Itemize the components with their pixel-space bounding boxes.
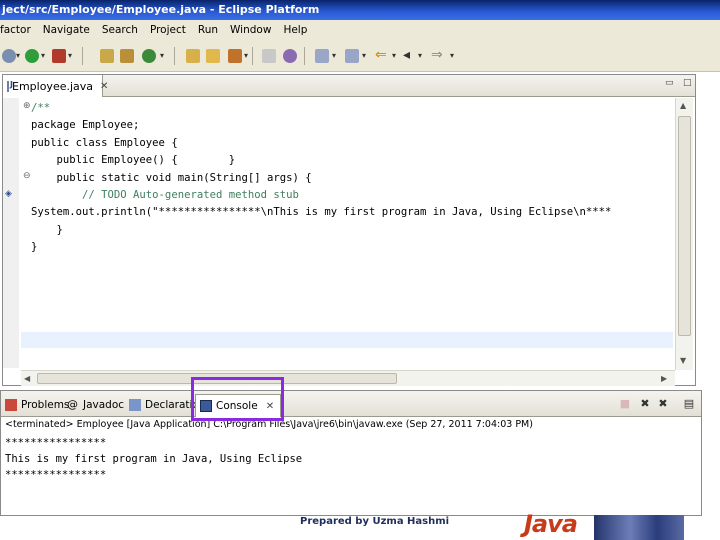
code-line: /** xyxy=(31,102,51,114)
editor-tab-label: Employee.java xyxy=(12,79,94,93)
console-output[interactable]: **************** This is my first progra… xyxy=(5,435,302,483)
console-tab-highlight xyxy=(191,377,284,421)
scroll-down-icon[interactable]: ▼ xyxy=(680,356,686,365)
java-logo: Java xyxy=(524,510,578,538)
open-type-icon[interactable] xyxy=(186,49,200,63)
next-annotation-icon[interactable] xyxy=(315,49,329,63)
title-bar: ject/src/Employee/Employee.java - Eclips… xyxy=(0,0,720,20)
code-area[interactable]: /** package Employee; public class Emplo… xyxy=(31,100,611,257)
mark-occurrences-icon[interactable] xyxy=(283,49,297,63)
menu-window[interactable]: Window xyxy=(224,24,277,36)
toolbar-separator xyxy=(174,47,175,65)
menu-refactor[interactable]: factor xyxy=(0,24,37,36)
close-icon[interactable]: ✕ xyxy=(100,81,108,92)
bottom-panel: Problems @ Javadoc Declaration Console ✕… xyxy=(0,390,702,516)
toolbar-separator xyxy=(252,47,253,65)
code-line: package Employee; xyxy=(31,119,140,132)
clear-console-icon[interactable]: ▤ xyxy=(683,398,695,410)
code-line: public static void main(String[] args) { xyxy=(31,171,312,184)
toolbar-separator xyxy=(304,47,305,65)
code-line: public class Employee { xyxy=(31,136,178,149)
remove-all-icon[interactable]: ✖ xyxy=(657,398,669,410)
chevron-down-icon[interactable]: ▾ xyxy=(16,51,20,60)
menu-search[interactable]: Search xyxy=(96,24,144,36)
open-folder-icon[interactable] xyxy=(206,49,220,63)
maximize-icon[interactable]: □ xyxy=(683,79,692,88)
warning-marker-icon[interactable]: ◈ xyxy=(5,189,12,199)
menu-help[interactable]: Help xyxy=(277,24,313,36)
scroll-left-icon[interactable]: ◀ xyxy=(24,374,30,383)
external-tools-icon[interactable] xyxy=(52,49,66,63)
tab-problems[interactable]: Problems xyxy=(5,395,69,415)
forward-arrow-icon[interactable]: ◂ xyxy=(403,47,410,63)
terminate-icon[interactable]: ■ xyxy=(619,398,631,410)
debug-icon[interactable] xyxy=(2,49,16,63)
bottom-tab-bar: Problems @ Javadoc Declaration Console ✕… xyxy=(1,391,701,417)
chevron-down-icon[interactable]: ▾ xyxy=(450,51,454,60)
chevron-down-icon[interactable]: ▾ xyxy=(160,51,164,60)
new-class-icon[interactable] xyxy=(142,49,156,63)
code-line: public Employee() { } xyxy=(31,154,236,167)
tab-problems-label: Problems xyxy=(21,399,70,411)
chevron-down-icon[interactable]: ▾ xyxy=(362,51,366,60)
console-line: **************** xyxy=(5,469,107,481)
forward-icon[interactable]: ⇒ xyxy=(431,47,443,63)
collapse-fold-icon[interactable]: ⊖ xyxy=(23,171,31,181)
chevron-down-icon[interactable]: ▾ xyxy=(418,51,422,60)
footer-credit: Prepared by Uzma Hashmi xyxy=(300,516,450,527)
editor-tab-bar: Employee.java ✕ ▭ □ xyxy=(3,75,695,97)
decorative-banner xyxy=(594,515,684,540)
tab-javadoc[interactable]: @ Javadoc xyxy=(67,395,124,415)
chevron-down-icon[interactable]: ▾ xyxy=(332,51,336,60)
menu-run[interactable]: Run xyxy=(192,24,224,36)
java-file-icon xyxy=(7,80,13,92)
window-title: ject/src/Employee/Employee.java - Eclips… xyxy=(2,3,320,16)
chevron-down-icon[interactable]: ▾ xyxy=(392,51,396,60)
vertical-scrollbar[interactable]: ▲ ▼ xyxy=(675,98,693,370)
editor-ruler xyxy=(3,98,19,368)
chevron-down-icon[interactable]: ▾ xyxy=(68,51,72,60)
code-line: } xyxy=(31,241,38,254)
java-editor: Employee.java ✕ ▭ □ ⊕ ⊖ ◈ /** package Em… xyxy=(2,74,696,386)
toolbar: ▾ ▾ ▾ ▾ ▾ ▾ ▾ ⇐ ▾ ◂ ▾ ⇒ ▾ xyxy=(0,40,720,72)
code-line: } xyxy=(31,223,63,236)
code-line: System.out.println("****************\nTh… xyxy=(31,206,612,219)
tab-javadoc-label: Javadoc xyxy=(83,399,125,411)
run-icon[interactable] xyxy=(25,49,39,63)
menu-navigate[interactable]: Navigate xyxy=(37,24,96,36)
remove-launch-icon[interactable]: ✖ xyxy=(639,398,651,410)
search-icon[interactable] xyxy=(228,49,242,63)
problems-icon xyxy=(5,399,17,411)
previous-annotation-icon[interactable] xyxy=(345,49,359,63)
chevron-down-icon[interactable]: ▾ xyxy=(244,51,248,60)
current-line-highlight xyxy=(21,332,673,348)
console-line: This is my first program in Java, Using … xyxy=(5,453,303,465)
expand-fold-icon[interactable]: ⊕ xyxy=(23,101,31,111)
scroll-right-icon[interactable]: ▶ xyxy=(661,374,667,383)
edit-icon[interactable] xyxy=(262,49,276,63)
minimize-icon[interactable]: ▭ xyxy=(665,79,674,88)
new-java-project-icon[interactable] xyxy=(100,49,114,63)
menu-bar: factor Navigate Search Project Run Windo… xyxy=(0,20,720,40)
at-icon: @ xyxy=(67,398,78,411)
declaration-icon xyxy=(129,399,141,411)
scroll-up-icon[interactable]: ▲ xyxy=(680,101,686,110)
back-arrow-icon[interactable]: ⇐ xyxy=(375,47,387,63)
scroll-thumb[interactable] xyxy=(678,116,691,336)
chevron-down-icon[interactable]: ▾ xyxy=(41,51,45,60)
horizontal-scrollbar[interactable]: ◀ ▶ xyxy=(21,370,675,386)
code-line: // TODO Auto-generated method stub xyxy=(31,189,299,202)
java-logo-text: Java xyxy=(524,510,578,538)
console-line: **************** xyxy=(5,437,107,449)
new-package-icon[interactable] xyxy=(120,49,134,63)
toolbar-separator xyxy=(82,47,83,65)
menu-project[interactable]: Project xyxy=(144,24,192,36)
tab-employee-java[interactable]: Employee.java ✕ xyxy=(3,75,108,97)
